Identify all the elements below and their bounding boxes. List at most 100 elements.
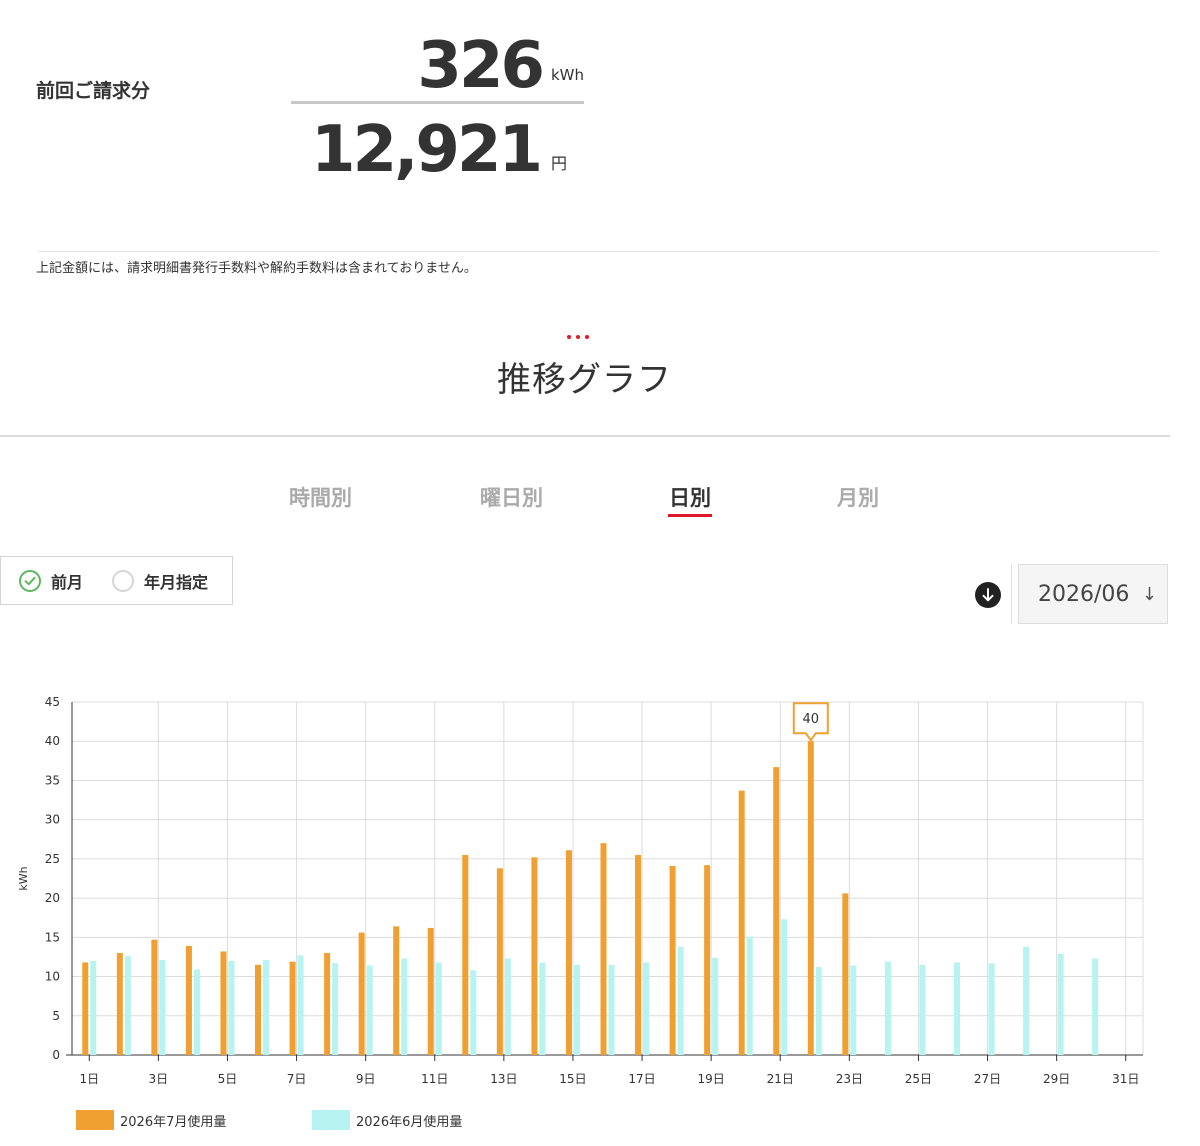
radio-year-month[interactable]: 年月指定 [112,569,208,593]
x-tick-label: 17日 [628,1072,655,1086]
bar-current[interactable] [151,939,158,1055]
x-tick-label: 1日 [79,1072,99,1086]
active-tab-underline [668,514,712,517]
bar-previous[interactable] [746,936,753,1055]
legend-label-current: 2026年7月使用量 [120,1114,227,1130]
x-tick-label: 31日 [1112,1072,1139,1086]
bar-previous[interactable] [504,958,511,1055]
fee-note: 上記金額には、請求明細書発行手数料や解約手数料は含まれておりません。 [36,261,477,276]
bar-previous[interactable] [1057,953,1064,1055]
y-tick-label: 0 [52,1048,60,1062]
radio-previous-month-label: 前月 [51,573,84,592]
bill-period-label: 前回ご請求分 [36,80,151,102]
bar-previous[interactable] [435,962,442,1055]
bar-previous[interactable] [332,963,339,1055]
tab-daily[interactable]: 日別 [669,482,711,512]
bar-current[interactable] [565,850,572,1055]
bar-previous[interactable] [781,919,788,1055]
bar-current[interactable] [358,932,365,1055]
bill-divider [291,101,584,104]
bar-current[interactable] [807,741,814,1055]
check-circle-icon [19,570,41,592]
legend-current[interactable]: 2026年7月使用量 [76,1110,226,1130]
bar-previous[interactable] [90,960,97,1055]
x-tick-label: 13日 [490,1072,517,1086]
bar-previous[interactable] [643,962,650,1055]
section-divider [0,435,1170,437]
yen-unit: 円 [551,154,568,173]
bar-current[interactable] [255,964,262,1055]
legend-swatch-previous [312,1110,350,1130]
bar-previous[interactable] [850,965,857,1055]
bar-current[interactable] [600,843,607,1055]
bar-current[interactable] [704,865,711,1055]
month-select-separator [1011,564,1012,624]
bar-previous[interactable] [988,963,995,1055]
bar-current[interactable] [116,953,123,1055]
bar-current[interactable] [185,945,192,1055]
bar-current[interactable] [842,893,849,1055]
bar-previous[interactable] [677,946,684,1055]
tab-monthly[interactable]: 月別 [837,482,879,512]
bar-previous[interactable] [228,960,235,1055]
bar-previous[interactable] [1092,958,1099,1055]
bar-previous[interactable] [539,962,546,1055]
daily-usage-chart: 0 5 10 15 20 25 30 35 40 45 1日 3日 5日 7日 9日 11日 13日 15日 17日… [17,695,1144,1086]
bar-previous[interactable] [608,964,615,1055]
tab-weekday[interactable]: 曜日別 [480,482,543,512]
section-dots-icon [567,324,594,343]
bar-current[interactable] [220,951,227,1055]
bar-current[interactable] [462,854,469,1055]
y-axis-label: kWh [17,866,30,890]
bar-previous[interactable] [919,964,926,1055]
x-tick-label: 11日 [421,1072,448,1086]
x-tick-label: 3日 [149,1072,169,1086]
radio-year-month-label: 年月指定 [144,573,209,592]
bar-previous[interactable] [815,967,822,1055]
y-tick-label: 10 [45,970,60,984]
bar-previous[interactable] [124,956,131,1055]
bar-previous[interactable] [263,960,270,1055]
bar-current[interactable] [531,857,538,1055]
y-tick-label: 20 [45,891,60,905]
bar-current[interactable] [393,926,400,1055]
bar-current[interactable] [773,767,780,1055]
yen-total-value: 12,921 [311,113,543,187]
y-tick-label: 15 [45,930,60,944]
bar-previous[interactable] [159,960,166,1055]
bar-previous[interactable] [1023,946,1030,1055]
bar-current[interactable] [427,927,434,1055]
bar-previous[interactable] [953,962,960,1055]
bar-previous[interactable] [470,970,477,1055]
bar-previous[interactable] [297,955,304,1055]
down-arrow-icon: ↓ [1141,583,1157,605]
legend-previous[interactable]: 2026年6月使用量 [312,1110,462,1130]
bar-current[interactable] [496,868,503,1055]
tooltip-value: 40 [803,712,820,727]
bar-previous[interactable] [366,965,373,1055]
radio-previous-month[interactable]: 前月 [19,569,83,593]
kwh-total-value: 326 [417,29,545,103]
bar-current[interactable] [669,865,676,1055]
section-title: 推移グラフ [497,360,672,400]
bar-previous[interactable] [884,961,891,1055]
bar-current[interactable] [289,961,296,1055]
legend-label-previous: 2026年6月使用量 [356,1114,463,1130]
bar-previous[interactable] [401,958,408,1055]
x-tick-label: 15日 [559,1072,586,1086]
bar-current[interactable] [82,962,89,1055]
y-tick-label: 5 [52,1009,60,1023]
x-tick-label: 7日 [287,1072,307,1086]
y-tick-label: 40 [45,734,60,748]
download-button[interactable] [975,582,1001,608]
tab-hourly[interactable]: 時間別 [289,482,352,512]
month-select[interactable]: 2026/06 ↓ [1018,564,1168,624]
bar-previous[interactable] [573,964,580,1055]
y-tick-label: 45 [45,695,60,709]
bar-current[interactable] [635,854,642,1055]
bar-current[interactable] [324,953,331,1055]
bar-previous[interactable] [193,969,200,1055]
bar-previous[interactable] [712,957,719,1055]
bar-current[interactable] [738,790,745,1055]
y-tick-label: 35 [45,773,60,787]
